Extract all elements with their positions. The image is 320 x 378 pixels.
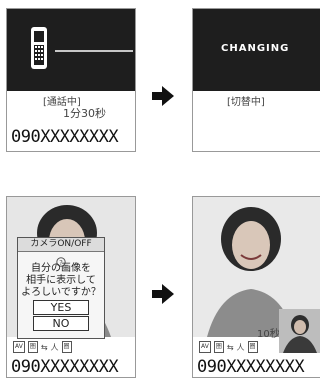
right-arrow-icon [152, 284, 174, 304]
self-view-thumbnail [279, 309, 320, 353]
call-timer: 10秒 [257, 329, 280, 340]
signal-area-icon: 圏 [213, 341, 224, 353]
video-call-panel: 10秒 AV 圏 ⇆ 人 圏 090XXXXXXXX [192, 196, 320, 378]
status-icon-row: AV 圏 ⇆ 人 圏 [199, 341, 258, 353]
person-icon: 人 [50, 342, 59, 352]
changing-status: [切替中] [227, 97, 265, 108]
area-icon: 圏 [247, 341, 258, 353]
dialog-line-3: よろしいですか？ [21, 287, 101, 298]
no-button[interactable]: NO [33, 316, 89, 331]
mobile-phone-icon [31, 27, 133, 69]
right-arrow-icon [152, 86, 174, 106]
question-icon: ? [18, 252, 104, 267]
call-timer: 1分30秒 [63, 107, 106, 120]
self-view-photo [283, 315, 317, 353]
call-screen-header [7, 9, 135, 91]
phone-number: 090XXXXXXXX [11, 357, 119, 377]
av-icon: AV [13, 341, 25, 353]
area-icon: 圏 [61, 341, 72, 353]
signal-area-icon: 圏 [27, 341, 38, 353]
camera-dialog-panel: カメラON/OFF ? 自分の画像を 相手に表示して よろしいですか？ YES … [6, 196, 136, 378]
dialog-line-1: 自分の画像を [31, 263, 91, 274]
av-icon: AV [199, 341, 211, 353]
changing-screen-panel: CHANGING [切替中] [192, 8, 320, 152]
switch-icon: ⇆ [226, 342, 234, 352]
phone-number: 090XXXXXXXX [11, 127, 119, 147]
changing-title: CHANGING [221, 43, 290, 54]
dialog-line-2: 相手に表示して [26, 275, 96, 286]
call-screen-panel: [通話中] 1分30秒 090XXXXXXXX [6, 8, 136, 152]
person-icon: 人 [236, 342, 245, 352]
switch-icon: ⇆ [40, 342, 48, 352]
status-icon-row: AV 圏 ⇆ 人 圏 [13, 341, 72, 353]
phone-number: 090XXXXXXXX [197, 357, 305, 377]
dialog-title: カメラON/OFF [18, 238, 104, 252]
yes-button[interactable]: YES [33, 300, 89, 315]
camera-confirm-dialog: カメラON/OFF ? 自分の画像を 相手に表示して よろしいですか？ YES … [17, 237, 105, 339]
